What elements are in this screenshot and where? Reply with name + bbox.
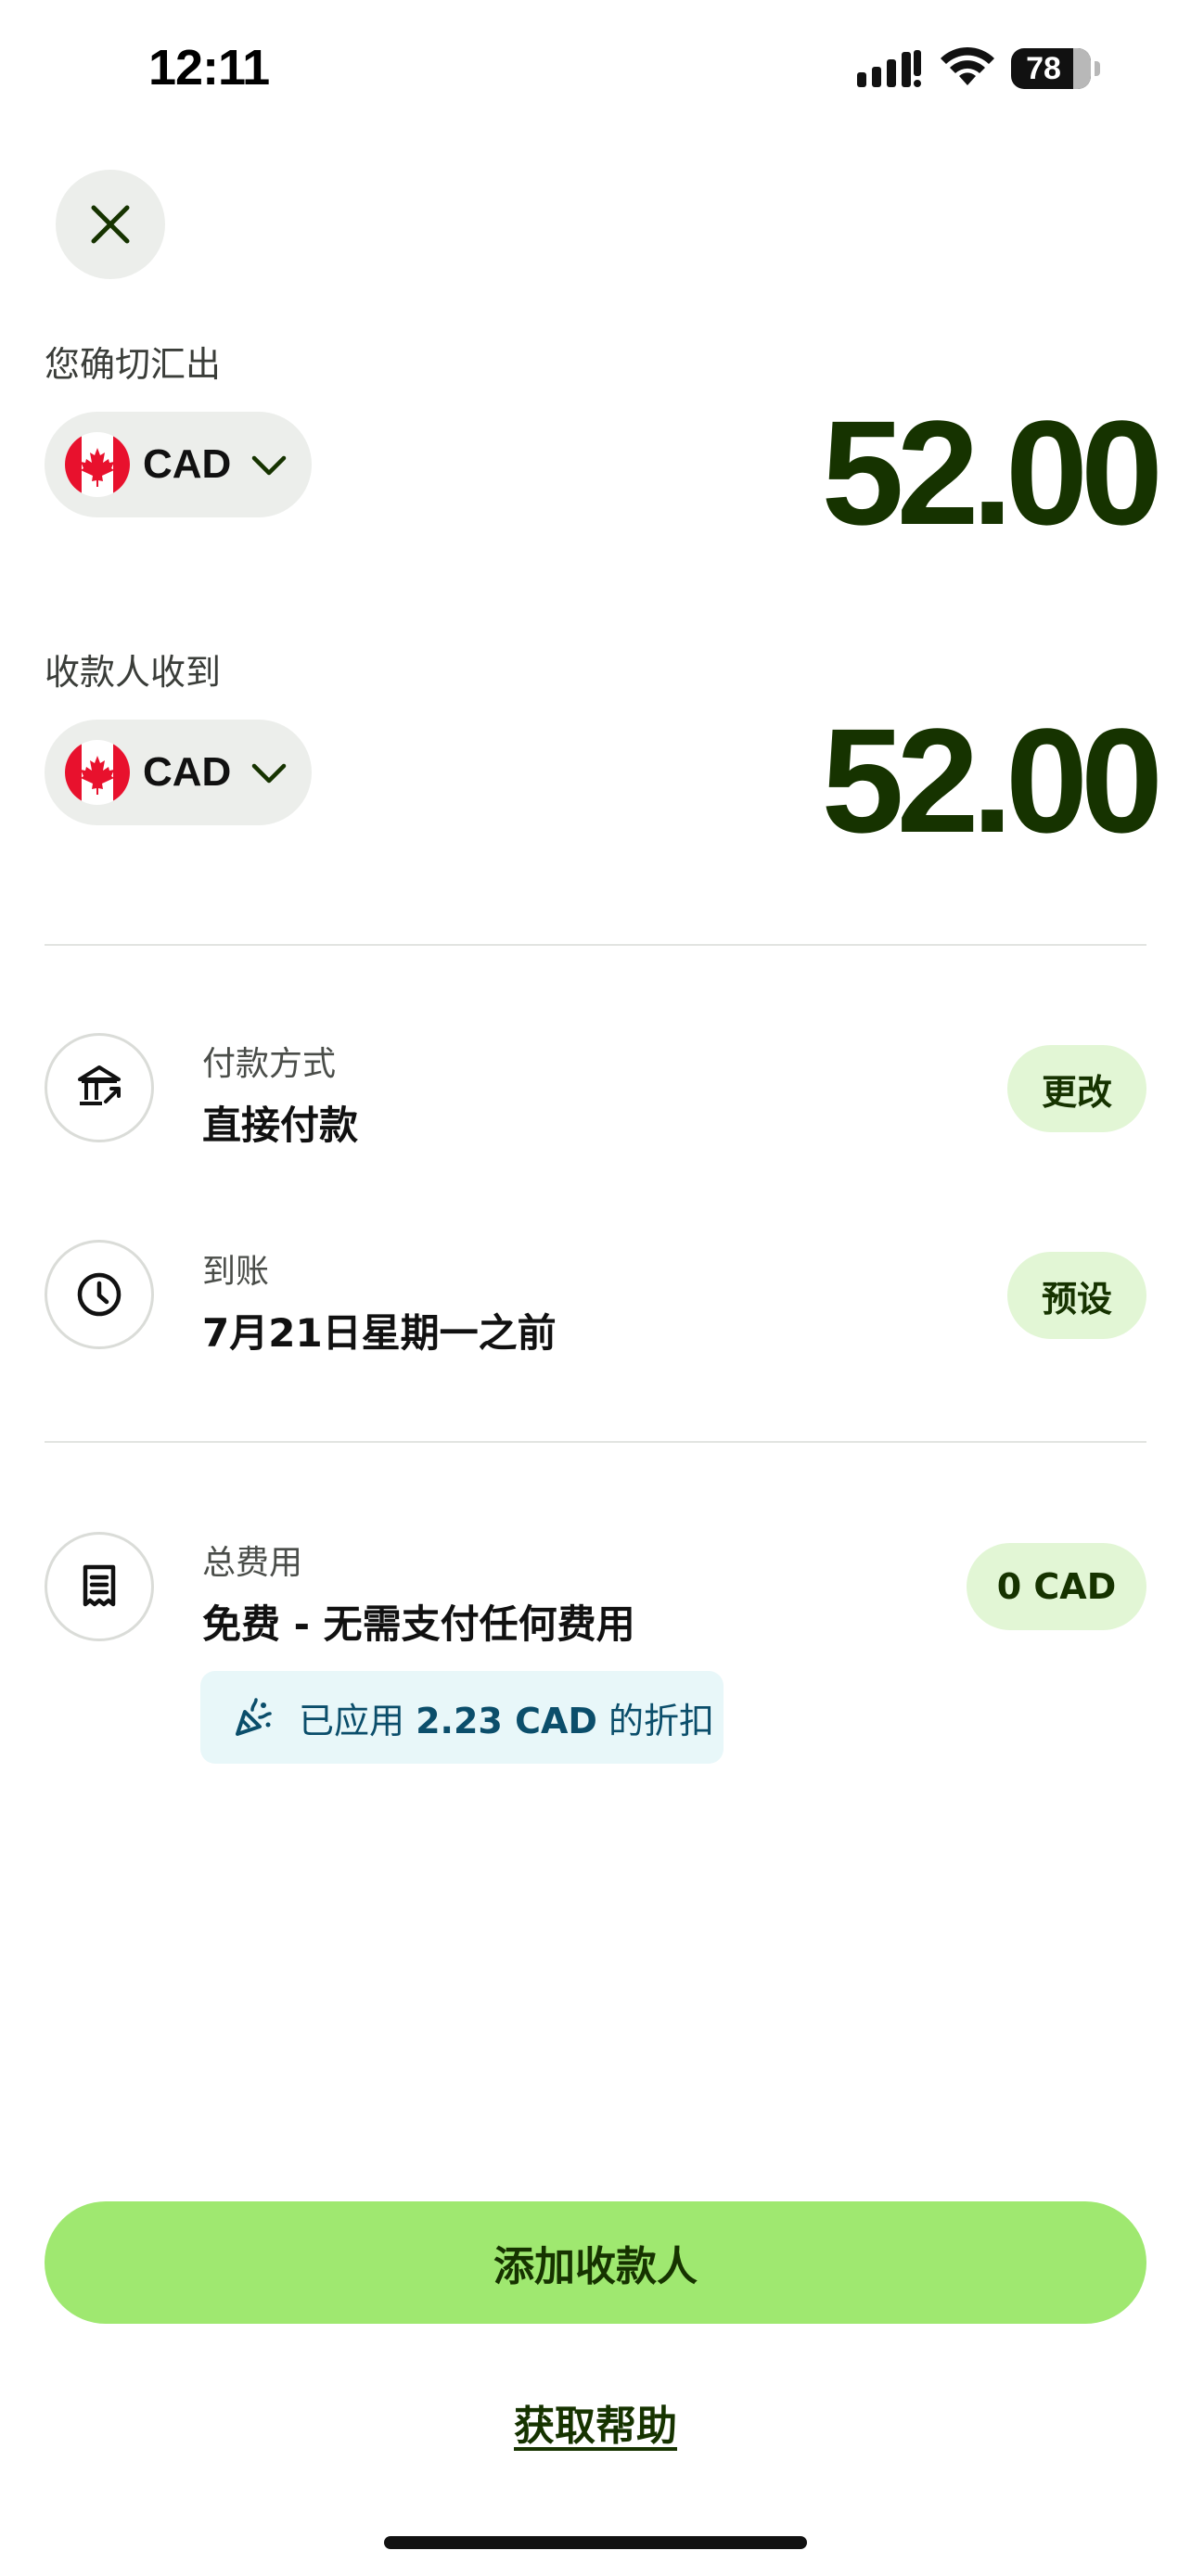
- status-bar: 12:11 78: [0, 0, 1191, 139]
- party-popper-icon: [232, 1697, 273, 1738]
- discount-suffix: 的折扣: [608, 1700, 715, 1741]
- arrival-icon-circle: [45, 1240, 154, 1349]
- chevron-down-icon: [251, 763, 287, 784]
- status-time: 12:11: [148, 40, 270, 96]
- payment-method-label: 付款方式: [202, 1045, 337, 1083]
- battery-tip: [1095, 61, 1100, 76]
- canada-flag-icon: [65, 432, 130, 497]
- discount-chip: 已应用 2.23 CAD 的折扣: [200, 1671, 724, 1764]
- send-currency-code: CAD: [143, 441, 232, 487]
- fees-label: 总费用: [202, 1544, 303, 1582]
- battery-icon: 78: [1011, 48, 1091, 89]
- payment-method-icon-circle: [45, 1033, 154, 1142]
- send-amount[interactable]: 52.00: [506, 399, 1163, 547]
- discount-text: 已应用 2.23 CAD 的折扣: [299, 1692, 714, 1743]
- add-recipient-button[interactable]: 添加收款人: [45, 2201, 1146, 2324]
- receive-amount[interactable]: 52.00: [506, 707, 1163, 855]
- divider: [45, 944, 1146, 946]
- receive-label: 收款人收到: [45, 652, 222, 693]
- fees-value: 免费 - 无需支付任何费用: [202, 1601, 635, 1647]
- battery-level: 78: [1026, 50, 1061, 86]
- send-label: 您确切汇出: [45, 344, 222, 385]
- fees-amount-badge[interactable]: 0 CAD: [967, 1543, 1146, 1630]
- divider: [45, 1441, 1146, 1443]
- fees-icon-circle: [45, 1532, 154, 1641]
- bank-icon: [78, 1065, 121, 1105]
- wifi-icon: [941, 46, 994, 85]
- close-icon: [91, 205, 130, 244]
- discount-amount: 2.23 CAD: [416, 1700, 597, 1741]
- receive-currency-code: CAD: [143, 749, 232, 795]
- receipt-icon: [83, 1564, 116, 1607]
- close-button[interactable]: [56, 170, 165, 279]
- chevron-down-icon: [251, 455, 287, 476]
- arrival-value: 7月21日星期一之前: [202, 1310, 557, 1356]
- receive-currency-selector[interactable]: CAD: [45, 720, 312, 825]
- get-help-link[interactable]: 获取帮助: [0, 2392, 1191, 2452]
- payment-method-value: 直接付款: [202, 1103, 359, 1148]
- discount-prefix: 已应用: [299, 1700, 405, 1741]
- clock-icon: [77, 1272, 122, 1317]
- arrival-label: 到账: [202, 1253, 270, 1291]
- send-currency-selector[interactable]: CAD: [45, 412, 312, 517]
- change-payment-method-button[interactable]: 更改: [1007, 1045, 1146, 1132]
- cellular-signal-icon: [857, 50, 921, 87]
- home-indicator: [384, 2536, 807, 2549]
- canada-flag-icon: [65, 740, 130, 805]
- arrival-option-button[interactable]: 预设: [1007, 1252, 1146, 1339]
